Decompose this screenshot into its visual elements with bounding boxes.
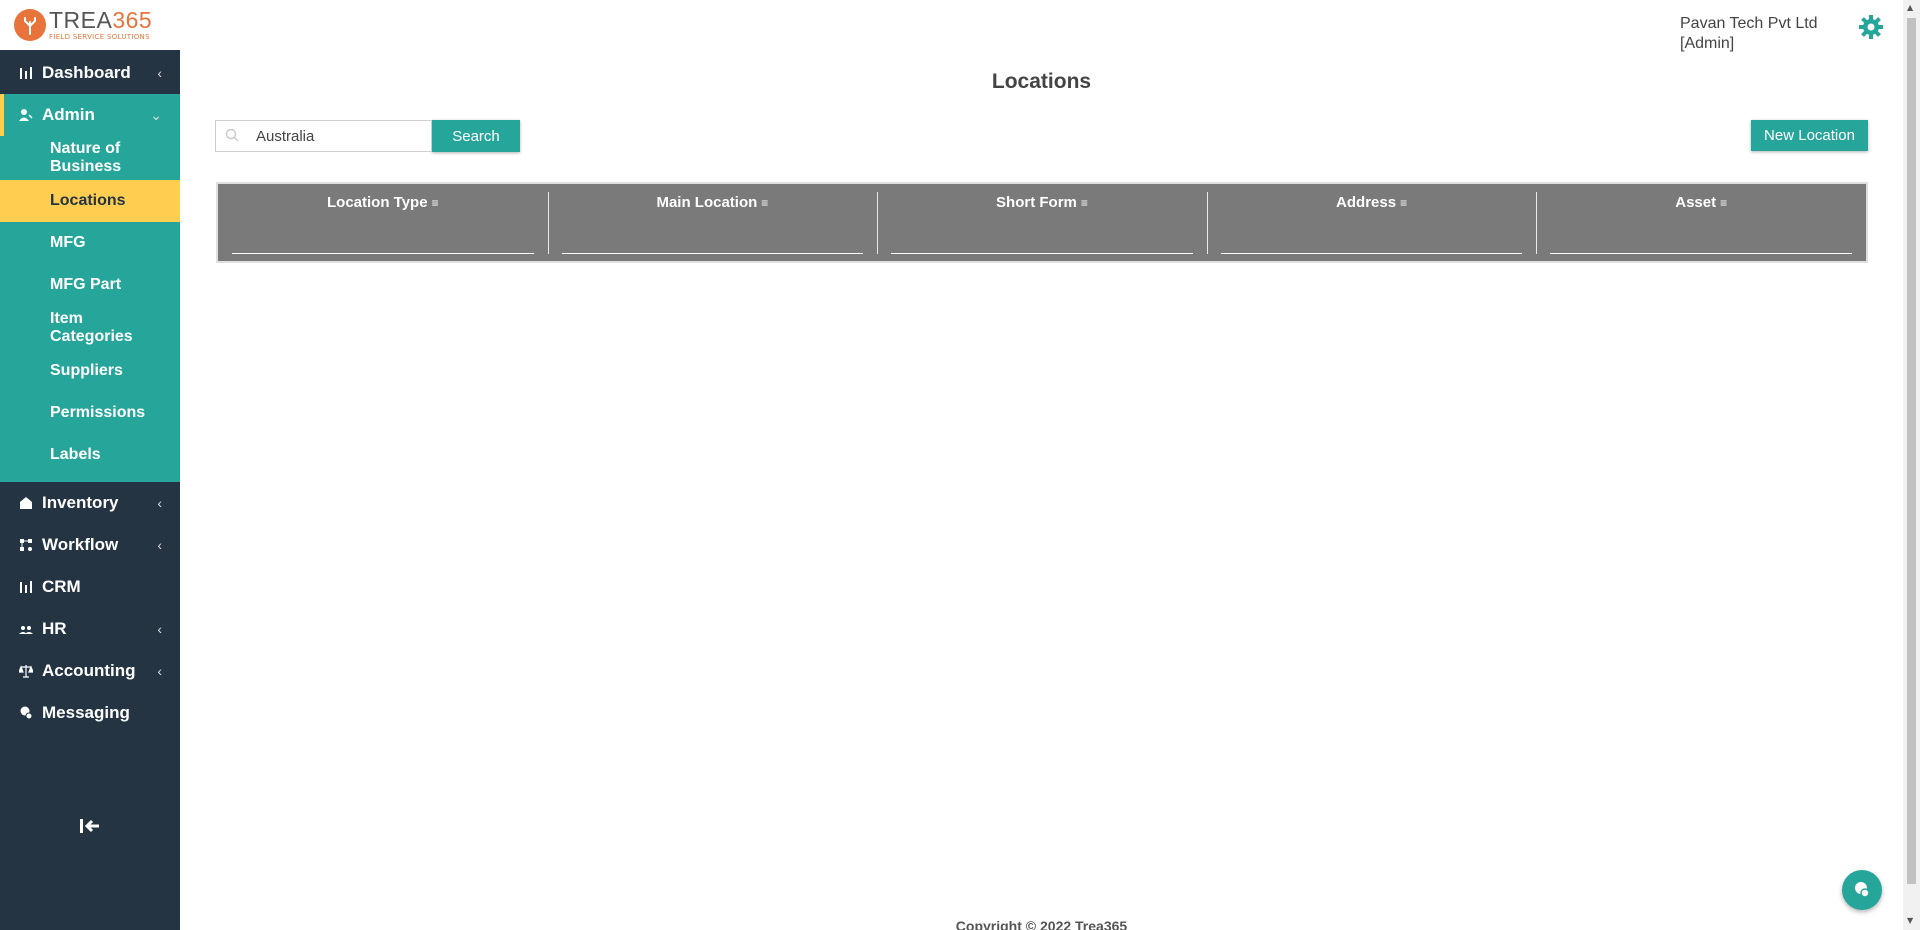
submenu-item-label: Permissions <box>50 404 146 421</box>
column-filter-input[interactable] <box>1220 222 1523 254</box>
sidebar-item-label: CRM <box>42 577 81 596</box>
sidebar-item-label: Inventory <box>42 493 119 512</box>
sidebar-item-accounting[interactable]: Accounting ‹ <box>0 650 180 692</box>
submenu-item-nature-of-business[interactable]: Nature of Business <box>0 136 180 180</box>
column-main-location: Main Location ≡ <box>547 184 878 261</box>
submenu-item-label: MFG <box>50 234 86 251</box>
chevron-left-icon: ‹ <box>157 537 162 553</box>
submenu-item-mfg[interactable]: MFG <box>0 222 180 264</box>
sidebar-item-messaging[interactable]: Messaging <box>0 692 180 734</box>
submenu-item-locations[interactable]: Locations <box>0 180 180 222</box>
search-bar: Search <box>215 120 520 152</box>
search-input[interactable] <box>256 121 426 151</box>
scale-icon <box>18 663 34 679</box>
logo-name-part2: 365 <box>112 7 153 33</box>
home-icon <box>18 495 34 511</box>
locations-table-header: Location Type ≡ Main Location ≡ Short Form… <box>216 182 1868 263</box>
submenu-item-label: MFG Part <box>50 276 122 293</box>
sidebar-item-label: Workflow <box>42 535 119 554</box>
submenu-item-label: Suppliers <box>50 362 123 379</box>
sidebar-item-label: Dashboard <box>42 63 131 82</box>
sidebar-item-label: HR <box>42 619 67 638</box>
submenu-item-label: Item Categories <box>50 310 133 345</box>
column-filter-input[interactable] <box>561 222 864 254</box>
column-header-label[interactable]: Asset <box>1675 194 1716 211</box>
submenu-item-labels[interactable]: Labels <box>0 434 180 476</box>
column-header-label[interactable]: Short Form <box>996 194 1077 211</box>
bar-chart-icon <box>18 65 34 81</box>
user-icon <box>18 107 34 123</box>
sidebar-item-label: Admin <box>42 105 95 124</box>
collapse-sidebar-icon[interactable] <box>0 815 180 840</box>
filter-icon[interactable]: ≡ <box>432 196 439 210</box>
sidebar-item-inventory[interactable]: Inventory ‹ <box>0 482 180 524</box>
column-header-label[interactable]: Address <box>1336 194 1396 211</box>
column-header-label[interactable]: Main Location <box>656 194 757 211</box>
scroll-up-icon[interactable]: ▲ <box>1907 3 1913 12</box>
filter-icon[interactable]: ≡ <box>761 196 768 210</box>
chat-icon[interactable] <box>1842 870 1882 910</box>
app-root: TREA365 FIELD SERVICE SOLUTIONS Dashboar… <box>0 0 1920 930</box>
submenu-item-mfg-part[interactable]: MFG Part <box>0 264 180 306</box>
chevron-left-icon: ‹ <box>157 495 162 511</box>
column-filter-input[interactable] <box>891 222 1193 254</box>
logo[interactable]: TREA365 FIELD SERVICE SOLUTIONS <box>0 0 180 50</box>
new-location-button[interactable]: New Location <box>1751 120 1868 151</box>
user-info: Pavan Tech Pvt Ltd [Admin] <box>1680 14 1818 54</box>
footer-copyright: Copyright © 2022 Trea365 <box>955 918 1128 930</box>
admin-submenu: Nature of Business Locations MFG MFG Par… <box>0 136 180 482</box>
submenu-item-item-categories[interactable]: Item Categories <box>0 306 180 350</box>
chevron-down-icon: ⌄ <box>150 106 162 123</box>
workflow-icon <box>18 537 34 553</box>
submenu-item-suppliers[interactable]: Suppliers <box>0 350 180 392</box>
column-location-type: Location Type ≡ <box>218 184 548 261</box>
bar-chart-icon <box>18 579 34 595</box>
submenu-item-label: Nature of Business <box>50 140 122 175</box>
sidebar: Dashboard ‹ Admin ⌄ Nature of Business L… <box>0 50 180 930</box>
vertical-scrollbar[interactable]: ▲ ▼ <box>1903 0 1920 930</box>
search-icon <box>225 128 239 146</box>
company-name: Pavan Tech Pvt Ltd <box>1680 15 1818 32</box>
chat-icon <box>18 705 34 721</box>
sidebar-item-label: Messaging <box>42 703 130 722</box>
column-asset: Asset ≡ <box>1536 184 1866 261</box>
submenu-item-label: Locations <box>50 192 126 209</box>
filter-icon[interactable]: ≡ <box>1081 196 1088 210</box>
search-field <box>215 120 432 152</box>
submenu-item-label: Labels <box>50 446 101 463</box>
column-address: Address ≡ <box>1206 184 1537 261</box>
user-role: [Admin] <box>1680 35 1735 52</box>
sidebar-item-workflow[interactable]: Workflow ‹ <box>0 524 180 566</box>
search-button[interactable]: Search <box>432 120 520 152</box>
column-filter-input[interactable] <box>1550 222 1852 254</box>
chevron-left-icon: ‹ <box>157 621 162 637</box>
column-short-form: Short Form ≡ <box>877 184 1207 261</box>
logo-tagline: FIELD SERVICE SOLUTIONS <box>49 33 150 41</box>
sidebar-item-label: Accounting <box>42 661 136 680</box>
sidebar-item-dashboard[interactable]: Dashboard ‹ <box>0 52 180 94</box>
filter-icon[interactable]: ≡ <box>1400 196 1407 210</box>
gear-icon[interactable] <box>1858 14 1884 40</box>
chevron-left-icon: ‹ <box>157 65 162 81</box>
submenu-item-permissions[interactable]: Permissions <box>0 392 180 434</box>
filter-icon[interactable]: ≡ <box>1720 196 1727 210</box>
sidebar-item-admin[interactable]: Admin ⌄ <box>0 94 180 136</box>
column-header-label[interactable]: Location Type <box>327 194 428 211</box>
sidebar-item-crm[interactable]: CRM <box>0 566 180 608</box>
chevron-left-icon: ‹ <box>157 663 162 679</box>
page-title: Locations <box>991 70 1092 93</box>
column-filter-input[interactable] <box>232 222 534 254</box>
scroll-down-icon[interactable]: ▼ <box>1907 916 1913 925</box>
scrollbar-thumb[interactable] <box>1907 18 1916 884</box>
people-icon <box>18 621 34 637</box>
logo-icon <box>14 9 46 41</box>
logo-name-part1: TREA <box>49 7 113 33</box>
sidebar-item-hr[interactable]: HR ‹ <box>0 608 180 650</box>
